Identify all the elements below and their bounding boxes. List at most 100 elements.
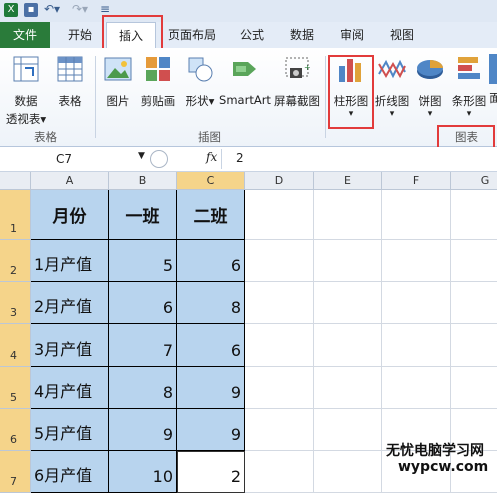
table-button[interactable]: 表格 [52, 54, 88, 109]
screenshot-button[interactable]: + 屏幕截图 [272, 54, 322, 109]
cell[interactable] [314, 282, 382, 324]
value-text: 9 [230, 425, 241, 444]
month-cell[interactable]: 2月产值 [31, 282, 109, 324]
cell[interactable] [451, 367, 497, 409]
cell[interactable] [451, 240, 497, 282]
cell[interactable] [314, 409, 382, 451]
cell[interactable] [451, 282, 497, 324]
column-header-a[interactable]: A [31, 172, 109, 190]
column-header-g[interactable]: G [451, 172, 497, 190]
tab-review[interactable]: 审阅 [334, 22, 370, 48]
value-text: 9 [162, 425, 173, 444]
pivot-table-button[interactable]: 数据 透视表▾ [4, 54, 48, 127]
undo-icon[interactable]: ↶▾ [44, 2, 60, 16]
pie-chart-label: 饼图 [418, 94, 442, 108]
line-chart-button[interactable]: 折线图 ▾ [373, 54, 411, 119]
cell[interactable] [314, 324, 382, 367]
insert-function-icon[interactable]: fx [206, 150, 217, 164]
tab-page-layout[interactable]: 页面布局 [160, 22, 224, 48]
value-cell[interactable]: 6 [177, 240, 245, 282]
ribbon-tabs: 文件 开始 插入 页面布局 公式 数据 审阅 视图 [0, 22, 497, 49]
picture-icon [104, 57, 132, 81]
name-box-dropdown-icon[interactable]: ▼ [138, 151, 145, 161]
tab-data[interactable]: 数据 [284, 22, 320, 48]
cell[interactable] [245, 190, 314, 240]
table-header-cell[interactable]: 二班 [177, 190, 245, 240]
row-header-7[interactable]: 7 [0, 451, 31, 493]
column-header-c[interactable]: C [177, 172, 245, 190]
row-header-5[interactable]: 5 [0, 367, 31, 409]
row-header-3[interactable]: 3 [0, 282, 31, 324]
value-cell[interactable]: 5 [109, 240, 177, 282]
cell[interactable] [245, 409, 314, 451]
value-cell[interactable]: 10 [109, 451, 177, 493]
cell[interactable] [451, 190, 497, 240]
cell[interactable] [382, 190, 451, 240]
row-header-6[interactable]: 6 [0, 409, 31, 451]
shapes-button[interactable]: 形状▾ [182, 54, 218, 109]
line-chart-dropdown-icon: ▾ [389, 109, 395, 119]
cell[interactable] [245, 451, 314, 493]
clipart-button[interactable]: 剪贴画 [138, 54, 178, 109]
row-header-2[interactable]: 2 [0, 240, 31, 282]
selected-cell-c7[interactable]: 2 [177, 451, 245, 493]
cell[interactable] [314, 190, 382, 240]
table-header-cell[interactable]: 月份 [31, 190, 109, 240]
value-cell[interactable]: 6 [177, 324, 245, 367]
month-label: 4月产值 [34, 382, 93, 401]
tab-formulas[interactable]: 公式 [234, 22, 270, 48]
month-label: 3月产值 [34, 340, 93, 359]
table-header-text: 月份 [52, 207, 87, 227]
month-cell[interactable]: 3月产值 [31, 324, 109, 367]
tab-view[interactable]: 视图 [384, 22, 420, 48]
cell[interactable] [245, 282, 314, 324]
quick-access-toolbar: X ▪ ↶▾ ↷▾ ≡ [0, 0, 497, 23]
tab-home[interactable]: 开始 [60, 22, 100, 48]
column-header-e[interactable]: E [314, 172, 382, 190]
month-cell[interactable]: 5月产值 [31, 409, 109, 451]
cell[interactable] [245, 367, 314, 409]
cell[interactable] [314, 451, 382, 493]
cell[interactable] [314, 240, 382, 282]
picture-button[interactable]: 图片 [101, 54, 135, 109]
value-cell[interactable]: 8 [177, 282, 245, 324]
value-cell[interactable]: 9 [177, 367, 245, 409]
month-cell[interactable]: 4月产值 [31, 367, 109, 409]
table-header-cell[interactable]: 一班 [109, 190, 177, 240]
cell[interactable] [382, 367, 451, 409]
value-cell[interactable]: 6 [109, 282, 177, 324]
row-header-1[interactable]: 1 [0, 190, 31, 240]
value-cell[interactable]: 9 [109, 409, 177, 451]
column-header-d[interactable]: D [245, 172, 314, 190]
cell[interactable] [382, 324, 451, 367]
excel-icon[interactable]: X [4, 3, 18, 17]
cell[interactable] [382, 240, 451, 282]
bar-chart-button[interactable]: 条形图 ▾ [450, 54, 488, 119]
row-header-4[interactable]: 4 [0, 324, 31, 367]
smartart-button[interactable]: SmartArt [219, 54, 271, 107]
value-cell[interactable]: 7 [109, 324, 177, 367]
save-icon[interactable]: ▪ [24, 3, 38, 17]
formula-input[interactable]: 2 [236, 151, 244, 165]
customize-qat-icon[interactable]: ≡ [100, 2, 110, 16]
month-cell[interactable]: 6月产值 [31, 451, 109, 493]
formula-bar-resize-handle[interactable] [150, 150, 168, 168]
select-all-corner[interactable] [0, 172, 31, 190]
cell[interactable] [382, 282, 451, 324]
tab-file[interactable]: 文件 [0, 22, 50, 48]
value-text: 8 [162, 383, 173, 402]
cell[interactable] [314, 367, 382, 409]
column-header-b[interactable]: B [109, 172, 177, 190]
cell[interactable] [451, 324, 497, 367]
redo-icon[interactable]: ↷▾ [72, 2, 88, 16]
table-header-text: 一班 [125, 207, 160, 227]
area-chart-button[interactable]: 面 [489, 54, 497, 106]
value-cell[interactable]: 8 [109, 367, 177, 409]
month-cell[interactable]: 1月产值 [31, 240, 109, 282]
cell[interactable] [245, 240, 314, 282]
cell[interactable] [245, 324, 314, 367]
name-box[interactable]: C7 [0, 150, 152, 168]
pie-chart-button[interactable]: 饼图 ▾ [414, 54, 446, 119]
column-header-f[interactable]: F [382, 172, 451, 190]
value-cell[interactable]: 9 [177, 409, 245, 451]
